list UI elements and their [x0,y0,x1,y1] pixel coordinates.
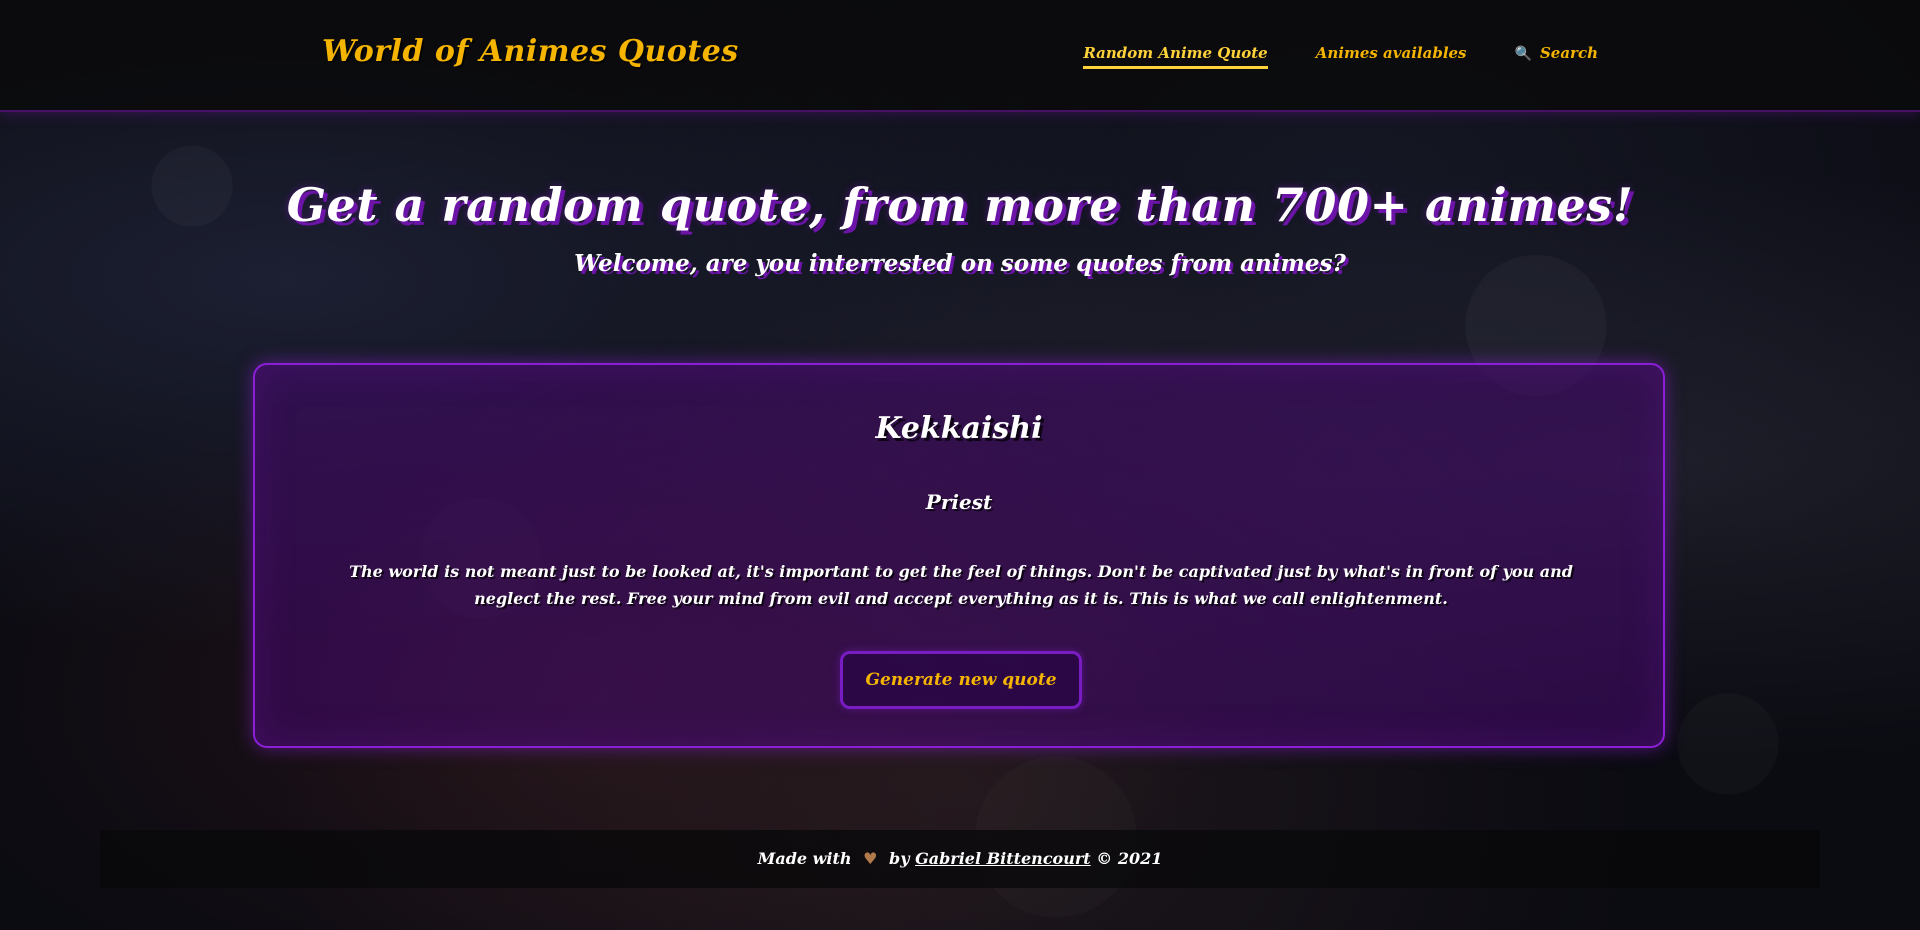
quote-card: Kekkaishi Priest The world is not meant … [253,363,1665,748]
nav-item-search-label: Search [1539,44,1598,62]
navbar: World of Animes Quotes Random Anime Quot… [0,0,1920,112]
footer-by: by [889,849,910,868]
generate-quote-button[interactable]: Generate new quote [840,651,1082,709]
heart-icon: ♥ [863,849,878,868]
author-link[interactable]: Gabriel Bittencourt [915,849,1091,868]
footer-copyright: © 2021 [1096,849,1163,868]
quote-text: The world is not meant just to be looked… [349,562,1573,608]
page: World of Animes Quotes Random Anime Quot… [0,0,1920,930]
brand-title[interactable]: World of Animes Quotes [322,34,739,69]
nav-item-animes-availables[interactable]: Animes availables [1316,44,1467,69]
footer-prefix: Made with [757,849,852,868]
nav-links: Random Anime Quote Animes availables 🔍 Se… [1083,44,1598,69]
page-subtitle: Welcome, are you interrested on some quo… [574,250,1346,277]
page-title: Get a random quote, from more than 700+ … [286,178,1634,232]
footer: Made with ♥ by Gabriel Bittencourt © 202… [100,830,1820,888]
anime-name: Kekkaishi [875,411,1043,446]
nav-item-search[interactable]: 🔍 Search [1515,44,1598,69]
search-icon: 🔍 [1514,46,1532,62]
character-name: Priest [925,490,993,514]
nav-item-random-anime-quote[interactable]: Random Anime Quote [1083,44,1268,69]
